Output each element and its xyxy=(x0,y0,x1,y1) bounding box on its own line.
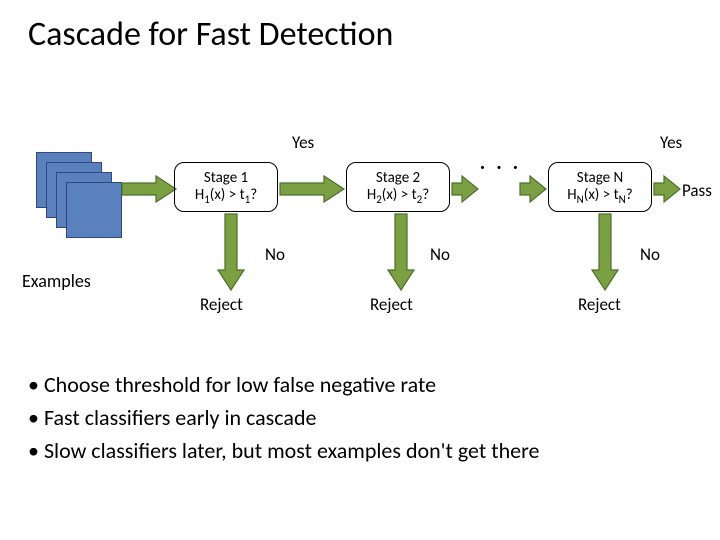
yes-label: Yes xyxy=(292,132,314,153)
stage-1-condition: H1(x) > t1? xyxy=(175,187,277,204)
reject-label: Reject xyxy=(370,294,413,315)
no-label: No xyxy=(640,244,660,265)
bullet-item: Fast classifiers early in cascade xyxy=(28,401,692,434)
stage-2-box: Stage 2 H2(x) > t2? xyxy=(346,162,450,212)
arrow-right-icon xyxy=(452,176,478,202)
stage-n-condition: HN(x) > tN? xyxy=(549,187,651,204)
arrow-down-icon xyxy=(218,214,244,290)
no-label: No xyxy=(430,244,450,265)
arrow-right-icon xyxy=(122,176,176,202)
stage-n-box: Stage N HN(x) > tN? xyxy=(548,162,652,212)
ellipsis-icon: . . . xyxy=(478,144,522,176)
examples-stack xyxy=(36,152,126,237)
cascade-diagram: Examples Stage 1 H1(x) > t1? Yes Stage 2… xyxy=(0,130,720,340)
bullet-item: Slow classifiers later, but most example… xyxy=(28,434,692,467)
arrow-right-icon xyxy=(654,176,680,202)
pass-label: Pass xyxy=(682,180,712,201)
reject-label: Reject xyxy=(200,294,243,315)
arrow-down-icon xyxy=(592,214,618,290)
page-title: Cascade for Fast Detection xyxy=(28,14,393,55)
slide: Cascade for Fast Detection Examples Stag… xyxy=(0,0,720,540)
stage-2-title: Stage 2 xyxy=(347,170,449,187)
arrow-right-icon xyxy=(280,176,344,202)
example-square xyxy=(66,182,122,238)
stage-1-title: Stage 1 xyxy=(175,170,277,187)
examples-label: Examples xyxy=(22,270,91,292)
stage-1-box: Stage 1 H1(x) > t1? xyxy=(174,162,278,212)
no-label: No xyxy=(265,244,285,265)
bullet-item: Choose threshold for low false negative … xyxy=(28,368,692,401)
stage-n-title: Stage N xyxy=(549,170,651,187)
yes-label: Yes xyxy=(660,132,682,153)
arrow-down-icon xyxy=(388,214,414,290)
bullet-list: Choose threshold for low false negative … xyxy=(28,368,692,467)
arrow-right-icon xyxy=(520,176,546,202)
reject-label: Reject xyxy=(578,294,621,315)
stage-2-condition: H2(x) > t2? xyxy=(347,187,449,204)
